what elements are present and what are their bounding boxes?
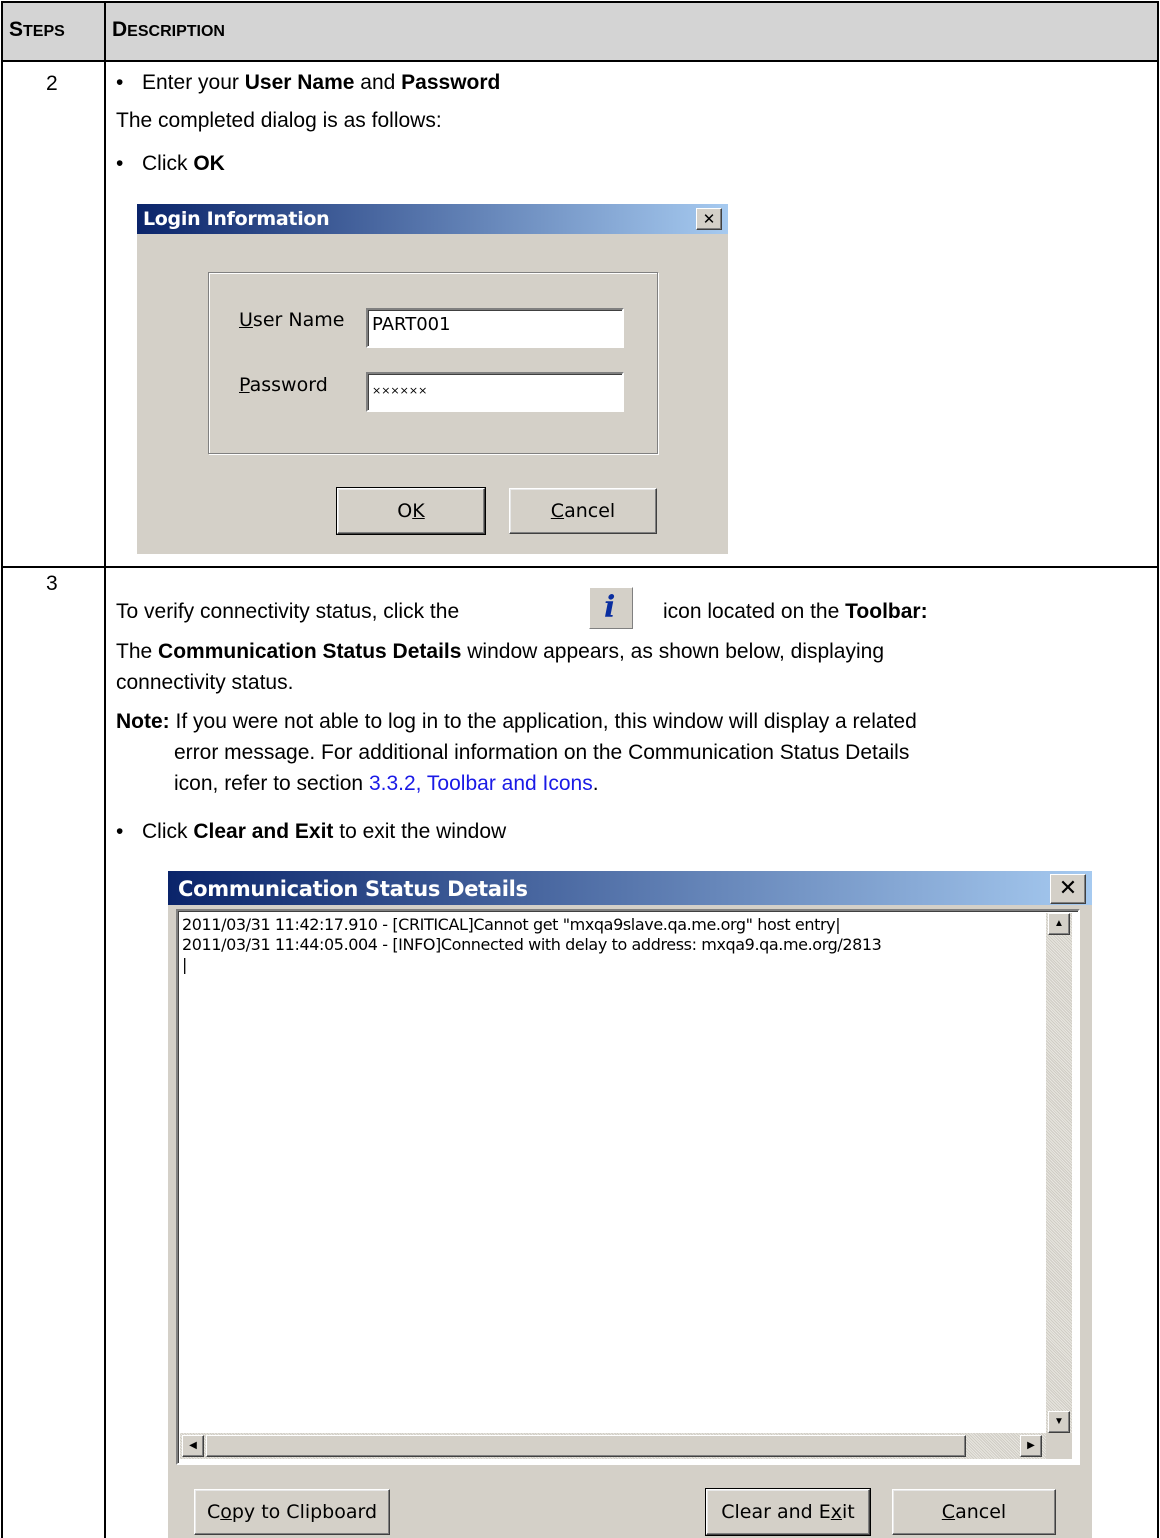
comm-dialog-titlebar: Communication Status Details ✕ — [168, 871, 1092, 905]
scrollbar-corner — [1046, 1433, 1072, 1459]
step2-instruction-line: • Enter your User Name and Password — [116, 71, 501, 94]
step-number: 3 — [46, 572, 58, 595]
log-line: 2011/03/31 11:44:05.004 - [INFO]Connecte… — [182, 935, 882, 954]
step3-connectivity-line: connectivity status. — [116, 671, 294, 694]
copy-to-clipboard-button[interactable]: Copy to Clipboard — [194, 1489, 390, 1535]
step3-clear-exit-line: • Click Clear and Exit to exit the window — [116, 820, 507, 843]
password-field[interactable]: ×××××× — [366, 372, 624, 412]
note-line-1: Note: If you were not able to log in to … — [116, 710, 917, 733]
step2-click-ok-line: • Click OK — [116, 152, 225, 175]
login-dialog-title: Login Information — [143, 208, 330, 230]
log-text-area[interactable]: 2011/03/31 11:42:17.910 - [CRITICAL]Cann… — [176, 909, 1080, 1465]
text-cursor: | — [182, 955, 187, 974]
login-fields-group — [208, 272, 658, 454]
log-line: 2011/03/31 11:42:17.910 - [CRITICAL]Cann… — [182, 915, 841, 934]
username-field[interactable]: PART001 — [366, 308, 624, 348]
scroll-down-icon[interactable]: ▼ — [1048, 1411, 1070, 1433]
document-page: STEPS DESCRIPTION 2 • Enter your User Nam… — [0, 0, 1160, 1538]
info-icon: i — [589, 587, 633, 629]
table-border-left — [1, 1, 3, 1538]
note-line-2: error message. For additional informatio… — [174, 741, 910, 764]
step-number: 2 — [46, 72, 58, 95]
vertical-scrollbar[interactable] — [1046, 913, 1072, 1433]
step3-window-appears-line: The Communication Status Details window … — [116, 640, 885, 663]
username-label: User Name — [239, 309, 345, 331]
close-icon[interactable]: ✕ — [696, 208, 722, 230]
table-border-right — [1157, 1, 1159, 1538]
communication-status-dialog: Communication Status Details ✕ 2011/03/3… — [168, 871, 1092, 1538]
header-description: DESCRIPTION — [112, 18, 225, 41]
ok-button[interactable]: OK — [336, 487, 486, 535]
scroll-up-icon[interactable]: ▲ — [1048, 913, 1070, 935]
note-line-3: icon, refer to section 3.3.2, Toolbar an… — [174, 772, 599, 795]
scroll-right-icon[interactable]: ▶ — [1020, 1435, 1042, 1457]
cancel-button[interactable]: Cancel — [509, 488, 657, 534]
comm-dialog-title: Communication Status Details — [178, 877, 528, 901]
step3-instruction-line: To verify connectivity status, click the — [116, 600, 460, 623]
header-steps: STEPS — [9, 18, 65, 41]
login-dialog: Login Information ✕ User Name PART001 Pa… — [137, 204, 728, 554]
scroll-left-icon[interactable]: ◀ — [182, 1435, 204, 1457]
table-column-divider — [104, 1, 106, 1538]
cancel-button[interactable]: Cancel — [892, 1489, 1056, 1535]
table-row-divider — [1, 566, 1159, 568]
step3-instruction-line-cont: icon located on the Toolbar: — [663, 600, 928, 623]
step2-text-completed: The completed dialog is as follows: — [116, 109, 442, 132]
login-dialog-titlebar: Login Information ✕ — [137, 204, 728, 234]
clear-and-exit-button[interactable]: Clear and Exit — [705, 1488, 871, 1536]
horizontal-scroll-thumb[interactable] — [206, 1435, 966, 1457]
password-label: Password — [239, 374, 328, 396]
close-icon[interactable]: ✕ — [1050, 874, 1086, 904]
section-link[interactable]: 3.3.2, Toolbar and Icons — [369, 772, 593, 795]
